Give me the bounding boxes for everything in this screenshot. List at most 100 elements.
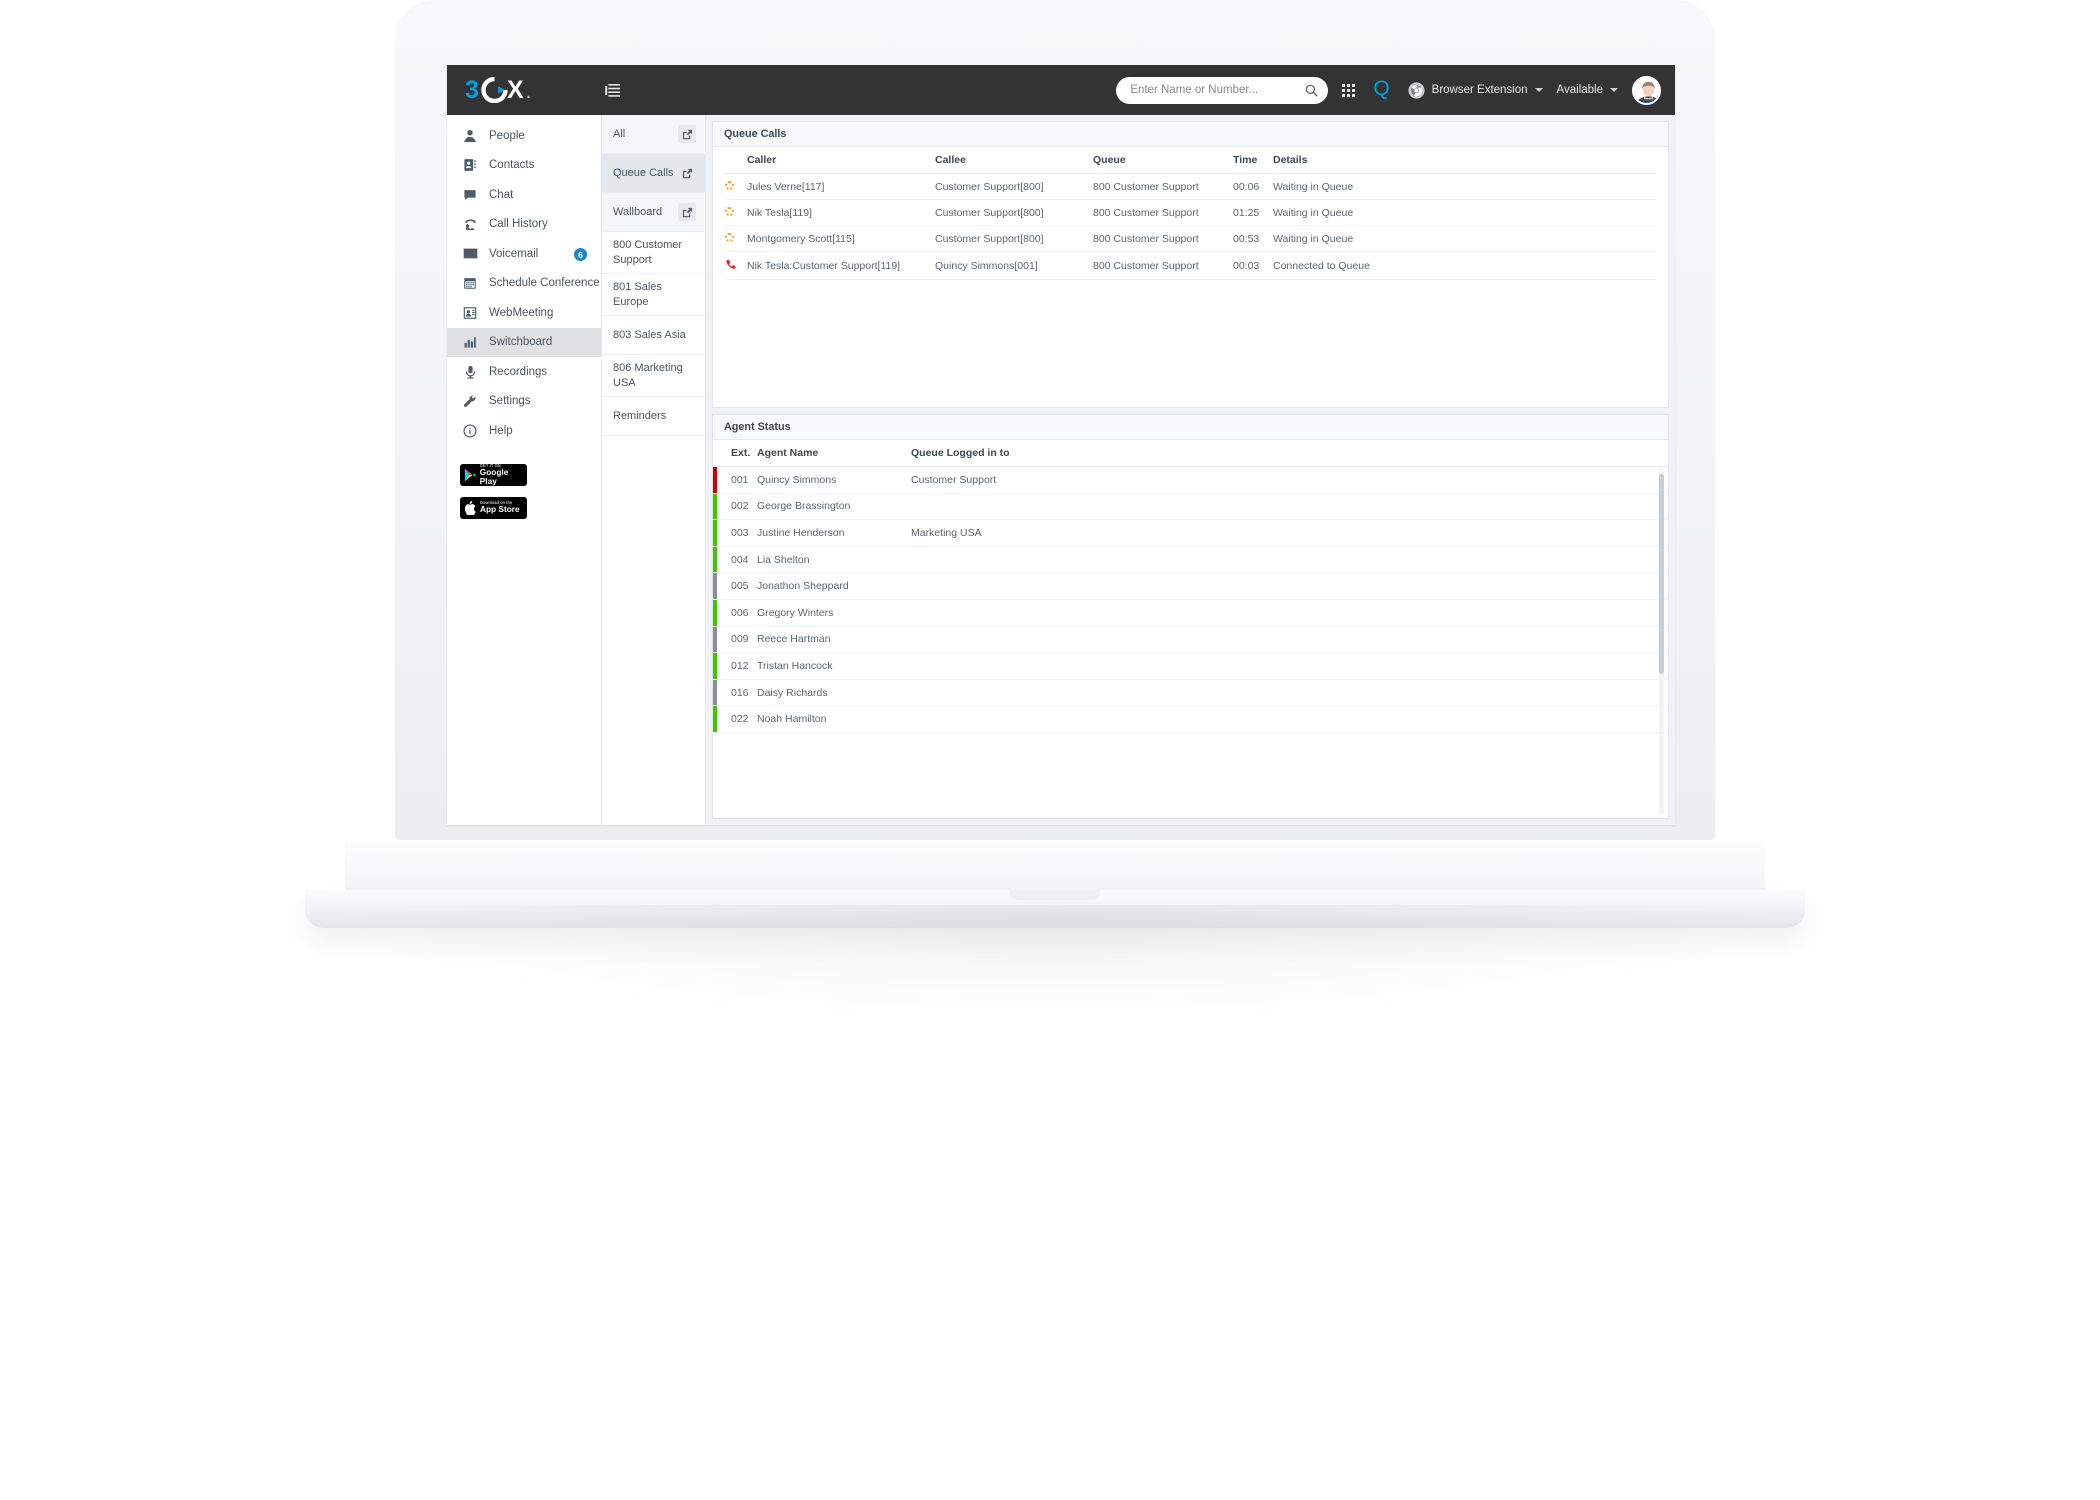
agent-status-row[interactable]: 004 Lia Shelton [713, 546, 1668, 574]
open-in-new-window-icon[interactable] [678, 203, 696, 221]
agent-row-spacer [1241, 652, 1668, 680]
agent-name: Tristan Hancock [757, 652, 911, 680]
agent-status-col-header[interactable]: Agent Name [757, 440, 911, 467]
queue-calls-col-header[interactable]: Caller [747, 147, 935, 174]
queue-nav-item-803-sales-asia[interactable]: 803 Sales Asia [602, 316, 705, 356]
top-navigation-bar: 3 X Enter Name or Number... Q Browser Ex… [447, 65, 1675, 115]
queue-call-row[interactable]: Nik Tesla[119] Customer Support[800] 800 C… [725, 199, 1656, 226]
sidebar-item-recordings[interactable]: Recordings [447, 357, 601, 387]
sidebar-item-voicemail[interactable]: Voicemail 6 [447, 239, 601, 269]
queue-call-row[interactable]: Nik Tesla:Customer Support[119] Quincy Si… [725, 251, 1656, 280]
agent-row-spacer [1241, 599, 1668, 627]
browser-extension-menu[interactable]: Browser Extension [1408, 81, 1543, 99]
queue-call-time: 00:06 [1233, 173, 1273, 200]
search-input[interactable] [1130, 84, 1306, 96]
agent-name: Quincy Simmons [757, 466, 911, 494]
agent-status-row[interactable]: 006 Gregory Winters [713, 599, 1668, 627]
agent-status-row[interactable]: 009 Reece Hartman [713, 626, 1668, 654]
queue-calls-title: Queue Calls [713, 122, 1668, 147]
sidebar-item-schedule-conference[interactable]: Schedule Conference [447, 269, 601, 299]
search-icon[interactable] [1305, 84, 1318, 97]
presence-status-menu[interactable]: Available [1557, 84, 1618, 96]
queue-calls-col-header[interactable]: Callee [935, 147, 1093, 174]
agent-status-col-header[interactable]: Queue Logged in to [911, 440, 1241, 467]
sidebar-item-label: Chat [489, 188, 514, 201]
agent-row-spacer [1241, 626, 1668, 654]
agent-status-scroll-area[interactable]: Ext. Agent Name Queue Logged in to 001 Quin… [713, 440, 1668, 818]
agent-status-row[interactable]: 012 Tristan Hancock [713, 652, 1668, 680]
agent-ext: 012 [713, 652, 757, 680]
agent-name: Reece Hartman [757, 626, 911, 654]
sidebar-item-help[interactable]: Help [447, 416, 601, 446]
queue-call-caller: Jules Verne[117] [747, 173, 935, 200]
agent-status-row[interactable]: 005 Jonathon Sheppard [713, 572, 1668, 600]
queue-call-time: 00:03 [1233, 251, 1273, 280]
hamburger-menu-icon[interactable] [582, 65, 642, 115]
queue-call-callee: Quincy Simmons[001] [935, 251, 1093, 280]
queue-call-caller: Montgomery Scott[115] [747, 225, 935, 252]
sidebar-item-webmeeting[interactable]: WebMeeting [447, 298, 601, 328]
wrench-icon [462, 394, 478, 408]
queue-call-row[interactable]: Montgomery Scott[115] Customer Support[80… [725, 225, 1656, 252]
queue-nav-item-806-marketing-usa[interactable]: 806 Marketing USA [602, 355, 705, 398]
agent-row-spacer [1241, 679, 1668, 707]
quick-dial-q-icon[interactable]: Q [1369, 78, 1393, 102]
agent-ext: 005 [713, 572, 757, 600]
queue-call-time: 01:25 [1233, 199, 1273, 226]
google-play-badge[interactable]: GET IT ON Google Play [460, 463, 527, 486]
app-store-badge[interactable]: Download on the App Store [460, 496, 527, 519]
agent-status-row[interactable]: 003 Justine Henderson Marketing USA [713, 519, 1668, 547]
queue-call-details: Waiting in Queue [1273, 199, 1656, 226]
avatar[interactable] [1632, 75, 1661, 105]
queue-nav-item-queue-calls[interactable]: Queue Calls [602, 154, 705, 193]
3cx-logo[interactable]: 3 X [447, 65, 582, 115]
laptop-trackpad-notch [1010, 890, 1100, 900]
agent-status-title: Agent Status [713, 415, 1668, 440]
spinner-waiting-icon [725, 206, 734, 216]
queue-calls-col-header[interactable]: Time [1233, 147, 1273, 174]
sidebar-item-contacts[interactable]: Contacts [447, 151, 601, 181]
agent-status-row[interactable]: 016 Daisy Richards [713, 679, 1668, 707]
queue-nav-item-label: Reminders [613, 409, 667, 422]
agent-status-indicator [713, 493, 717, 520]
agent-status-row[interactable]: 001 Quincy Simmons Customer Support [713, 466, 1668, 494]
sidebar-item-label: Call History [489, 218, 548, 231]
agent-status-row[interactable]: 002 George Brassington [713, 493, 1668, 521]
agent-queue [911, 679, 1241, 707]
agent-status-col-header[interactable]: Ext. [713, 440, 757, 467]
queue-call-row[interactable]: Jules Verne[117] Customer Support[800] 800… [725, 173, 1656, 200]
chevron-down-icon[interactable] [1534, 88, 1543, 92]
sidebar-item-settings[interactable]: Settings [447, 387, 601, 417]
queue-nav-item-800-customer-support[interactable]: 800 Customer Support [602, 232, 705, 275]
queue-calls-col-header[interactable]: Details [1273, 147, 1656, 174]
chevron-down-icon[interactable] [1610, 88, 1618, 92]
spinner-waiting-icon [725, 173, 747, 200]
agent-ext: 001 [713, 466, 757, 494]
queue-calls-panel: Queue Calls Caller Callee Queue Time Details… [712, 121, 1669, 408]
grid-apps-icon[interactable] [1342, 83, 1356, 97]
sidebar-item-label: Voicemail [489, 247, 539, 260]
queue-nav-item-801-sales-europe[interactable]: 801 Sales Europe [602, 274, 705, 317]
queue-nav-item-reminders[interactable]: Reminders [602, 397, 705, 437]
agent-ext: 022 [713, 705, 757, 733]
agent-status-indicator [713, 467, 717, 493]
queue-calls-col-header[interactable]: Queue [1093, 147, 1233, 174]
topbar-right-cluster: Q Browser Extension Available [1116, 75, 1675, 105]
sidebar-item-switchboard[interactable]: Switchboard [447, 327, 601, 357]
sidebar-item-call-history[interactable]: Call History [447, 210, 601, 240]
agent-status-indicator [713, 520, 717, 546]
queue-nav-item-all[interactable]: All [602, 115, 705, 154]
open-in-new-window-icon[interactable] [678, 125, 696, 143]
search-box[interactable] [1116, 76, 1329, 104]
contact-book-icon [462, 158, 478, 172]
sidebar-item-chat[interactable]: Chat [447, 180, 601, 210]
agent-status-row[interactable]: 022 Noah Hamilton [713, 705, 1668, 733]
app-store-badges: GET IT ON Google Play Download on the Ap… [447, 446, 601, 519]
queue-calls-col-header[interactable] [725, 147, 747, 174]
queue-nav-item-wallboard[interactable]: Wallboard [602, 193, 705, 232]
sidebar-item-people[interactable]: People [447, 121, 601, 151]
open-in-new-window-icon[interactable] [678, 164, 696, 182]
agent-queue [911, 546, 1241, 574]
agent-ext: 016 [713, 679, 757, 707]
agent-scrollbar-thumb[interactable] [1659, 474, 1664, 674]
